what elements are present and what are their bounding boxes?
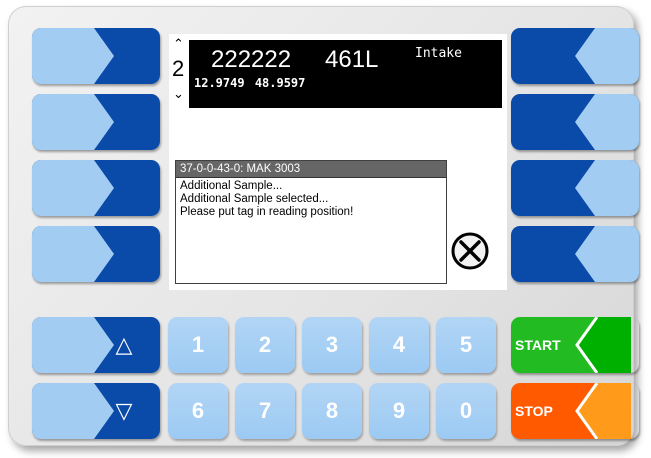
arrow-left-icon: [511, 94, 639, 150]
scroll-down-button[interactable]: ▽: [32, 383, 160, 439]
left-softkey-4[interactable]: [32, 226, 160, 282]
arrow-right-icon: [32, 226, 160, 282]
arrow-right-icon: [32, 160, 160, 216]
right-softkey-2[interactable]: [511, 94, 639, 150]
message-line: Additional Sample selected...: [180, 193, 329, 205]
left-softkey-1[interactable]: [32, 28, 160, 84]
key-4[interactable]: 4: [369, 317, 429, 373]
coordinate-b: 48.9597: [254, 76, 306, 90]
key-9[interactable]: 9: [369, 383, 429, 439]
mode-label: Intake: [415, 46, 462, 61]
key-6[interactable]: 6: [168, 383, 228, 439]
key-3[interactable]: 3: [302, 317, 362, 373]
chevron-up-icon[interactable]: ⌃: [173, 38, 184, 51]
down-symbol: ▽: [115, 398, 133, 423]
right-softkey-4[interactable]: [511, 226, 639, 282]
key-8[interactable]: 8: [302, 383, 362, 439]
x-circle-icon[interactable]: [450, 231, 490, 271]
left-softkey-3[interactable]: [32, 160, 160, 216]
arrow-left-icon: [511, 28, 639, 84]
key-1[interactable]: 1: [168, 317, 228, 373]
stop-label: STOP: [515, 403, 553, 419]
start-button[interactable]: START: [511, 317, 639, 373]
coordinate-a: 12.9749: [194, 76, 245, 90]
display-screen: ⌃ 2 ⌄ 222222 461L Intake 12.9749 48.9597…: [169, 34, 507, 290]
terminal-panel: ⌃ 2 ⌄ 222222 461L Intake 12.9749 48.9597…: [8, 6, 639, 446]
volume-readout: 461L: [325, 46, 379, 73]
arrow-left-icon: [511, 160, 639, 216]
key-5[interactable]: 5: [436, 317, 496, 373]
chevron-down-icon[interactable]: ⌄: [173, 88, 184, 101]
stop-button[interactable]: STOP: [511, 383, 639, 439]
message-line: Additional Sample...: [180, 180, 283, 192]
key-2[interactable]: 2: [235, 317, 295, 373]
tour-id: 222222: [211, 46, 292, 73]
up-symbol: △: [115, 332, 133, 357]
arrow-right-icon: [32, 28, 160, 84]
start-label: START: [515, 337, 561, 353]
left-softkey-2[interactable]: [32, 94, 160, 150]
scroll-up-button[interactable]: △: [32, 317, 160, 373]
arrow-right-icon: [32, 94, 160, 150]
status-info-box: 222222 461L Intake 12.9749 48.9597: [189, 40, 502, 108]
dialog-title: 37-0-0-43-0: MAK 3003: [176, 161, 446, 178]
arrow-left-icon: [511, 226, 639, 282]
dialog-body: Additional Sample... Additional Sample s…: [176, 178, 446, 221]
message-line: Please put tag in reading position!: [180, 206, 354, 218]
right-softkey-3[interactable]: [511, 160, 639, 216]
message-dialog: 37-0-0-43-0: MAK 3003 Additional Sample.…: [175, 160, 447, 284]
key-0[interactable]: 0: [436, 383, 496, 439]
key-7[interactable]: 7: [235, 383, 295, 439]
line-number: 2: [172, 56, 185, 81]
coordinates: 12.9749 48.9597: [194, 76, 305, 90]
right-softkey-1[interactable]: [511, 28, 639, 84]
